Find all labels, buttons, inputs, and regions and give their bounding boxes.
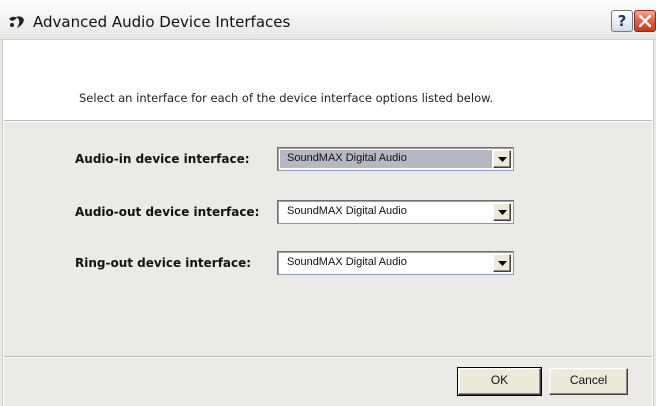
- audio-in-dropdown[interactable]: SoundMAX Digital Audio: [277, 147, 514, 171]
- audio-out-dropdown-button[interactable]: [493, 203, 511, 221]
- ring-out-dropdown-button[interactable]: [493, 254, 511, 272]
- instructions-text: Select an interface for each of the devi…: [79, 91, 494, 105]
- audio-in-value: SoundMAX Digital Audio: [287, 152, 407, 164]
- dialog-header: Select an interface for each of the devi…: [4, 40, 652, 120]
- title-bar[interactable]: Advanced Audio Device Interfaces ?: [0, 0, 656, 40]
- window-frame-left: [0, 40, 3, 406]
- audio-in-dropdown-button[interactable]: [493, 150, 511, 168]
- ring-out-dropdown[interactable]: SoundMAX Digital Audio: [277, 251, 514, 275]
- cancel-button[interactable]: Cancel: [549, 368, 628, 395]
- help-button[interactable]: ?: [611, 10, 633, 32]
- audio-out-label: Audio-out device interface:: [75, 205, 260, 219]
- dialog-window: Advanced Audio Device Interfaces ? Selec…: [0, 0, 656, 406]
- chevron-down-icon: [498, 261, 507, 266]
- audio-out-value: SoundMAX Digital Audio: [287, 205, 407, 217]
- audio-in-value-box: SoundMAX Digital Audio: [280, 150, 492, 168]
- audio-out-dropdown[interactable]: SoundMAX Digital Audio: [277, 200, 514, 224]
- audio-app-icon: [7, 14, 27, 30]
- ring-out-label: Ring-out device interface:: [75, 256, 252, 270]
- window-title: Advanced Audio Device Interfaces: [33, 13, 291, 31]
- audio-out-value-box: SoundMAX Digital Audio: [280, 203, 492, 221]
- chevron-down-icon: [498, 210, 507, 215]
- chevron-down-icon: [498, 157, 507, 162]
- ring-out-value-box: SoundMAX Digital Audio: [280, 254, 492, 272]
- audio-in-label: Audio-in device interface:: [75, 152, 250, 166]
- dialog-body: Audio-in device interface: SoundMAX Digi…: [4, 122, 652, 356]
- close-button[interactable]: [634, 10, 656, 32]
- ok-button[interactable]: OK: [457, 367, 542, 396]
- close-icon: [638, 14, 652, 28]
- ring-out-value: SoundMAX Digital Audio: [287, 256, 407, 268]
